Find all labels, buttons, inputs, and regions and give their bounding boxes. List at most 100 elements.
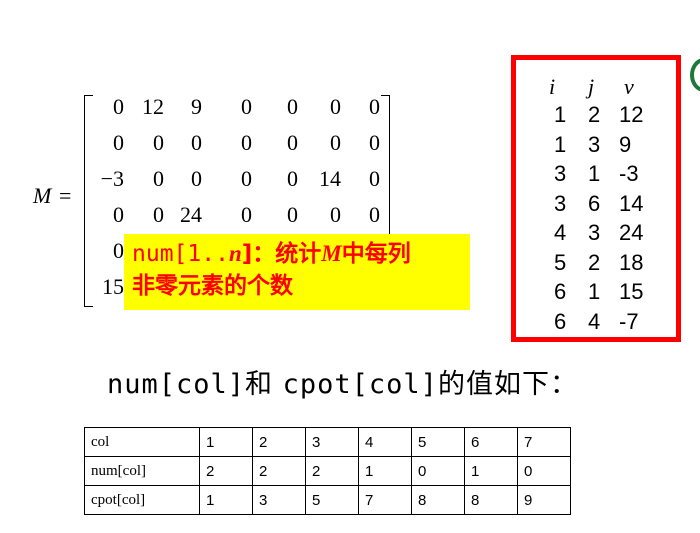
table-cell: 0 — [411, 456, 465, 486]
table-cell: 5 — [305, 485, 359, 515]
triple-cell: 15 — [619, 279, 644, 304]
triple-cell: 1 — [588, 279, 601, 304]
matrix-cell: 0 — [241, 130, 252, 155]
matrix-cell: 0 — [113, 238, 124, 263]
matrix-cell: 14 — [319, 166, 341, 191]
matrix-cell: 0 — [369, 130, 380, 155]
triple-row: 5 2 18 — [516, 250, 676, 280]
triple-cell: 1 — [554, 102, 567, 127]
table-cell: 2 — [252, 427, 306, 457]
table-cell: 1 — [199, 485, 253, 515]
num-cpot-table: col 1 2 3 4 5 6 7 num[col] 2 2 2 1 0 1 0 cpot[col] 1 3 5 7 8 8… — [84, 427, 571, 515]
matrix-cell: −3 — [100, 166, 124, 191]
row-label: col — [84, 427, 200, 457]
caption-cpot: cpot[col] — [282, 369, 438, 400]
note-suffix: 中每列 — [341, 241, 411, 267]
matrix-cell: 0 — [287, 130, 298, 155]
triple-cell: 3 — [554, 190, 567, 216]
matrix-cell: 0 — [287, 94, 298, 119]
table-cell: 1 — [464, 456, 518, 486]
caption-tail: 的值如下： — [437, 369, 578, 400]
matrix-cell: 0 — [330, 130, 341, 155]
table-cell: 3 — [305, 427, 359, 457]
matrix-cell: 0 — [153, 166, 164, 191]
decorative-circle-icon — [690, 58, 700, 92]
table-row: cpot[col] 1 3 5 7 8 8 9 — [84, 485, 571, 515]
triple-cell: 3 — [588, 131, 601, 157]
matrix-cell: 0 — [287, 166, 298, 191]
matrix-cell: 0 — [113, 94, 124, 119]
table-cell: 8 — [411, 485, 465, 515]
table-cell: 8 — [464, 485, 518, 515]
matrix-cell: 0 — [241, 94, 252, 119]
triple-row: 1 2 12 — [516, 102, 676, 132]
triple-table: i j v 1 2 12 1 3 9 3 1 -3 3 6 14 4 3 24 5 2 18 6 1 15 6 4 -7 — [511, 55, 681, 342]
triple-cell: 1 — [554, 131, 567, 157]
note-line2: 非零元素的个数 — [132, 273, 293, 299]
triple-cell: 6 — [554, 279, 567, 304]
triple-row: 4 3 24 — [516, 220, 676, 250]
matrix-cell: 0 — [241, 202, 252, 227]
table-cell: 4 — [358, 427, 412, 457]
matrix-cell: 9 — [191, 94, 202, 119]
matrix-cell: 0 — [330, 94, 341, 119]
matrix-cell: 12 — [142, 94, 164, 119]
table-cell: 1 — [199, 427, 253, 457]
table-cell: 2 — [305, 456, 359, 486]
triple-row: 3 1 -3 — [516, 161, 676, 191]
equals-sign: = — [59, 183, 72, 208]
triple-cell: 12 — [619, 102, 644, 127]
table-cell: 3 — [252, 485, 306, 515]
table-row: num[col] 2 2 2 1 0 1 0 — [84, 456, 571, 486]
triple-cell: 5 — [554, 249, 567, 275]
triple-cell: 6 — [554, 308, 567, 334]
triple-cell: 3 — [554, 161, 567, 186]
note-prefix: num[1.. — [132, 241, 229, 267]
triple-cell: 2 — [588, 249, 601, 275]
table-cell: 5 — [411, 427, 465, 457]
table-cell: 2 — [199, 456, 253, 486]
table-row: col 1 2 3 4 5 6 7 — [84, 427, 571, 457]
matrix-cell: 0 — [191, 166, 202, 191]
triple-cell: 24 — [619, 220, 644, 245]
note-mid: ]：统计 — [241, 241, 322, 267]
table-cell: 0 — [517, 456, 571, 486]
triple-row: 139 — [516, 132, 676, 162]
triple-row: 6 4 -7 — [516, 309, 676, 339]
triple-cell: -7 — [619, 308, 639, 334]
note-var-n: n — [228, 241, 242, 266]
table-cell: 7 — [358, 485, 412, 515]
matrix-cell: 0 — [113, 202, 124, 227]
matrix-cell: 0 — [241, 166, 252, 191]
num-description-note: num[1..n]：统计M中每列 非零元素的个数 — [124, 234, 470, 310]
triple-rows: 1 2 12 1 3 9 3 1 -3 3 6 14 4 3 24 5 2 18 6 1 15 6 4 -7 — [516, 102, 676, 338]
triple-cell: 3 — [588, 220, 601, 245]
triple-cell: 6 — [588, 190, 601, 216]
triple-cell: 2 — [588, 102, 601, 127]
table-cell: 6 — [464, 427, 518, 457]
triple-header: i j v — [516, 74, 676, 100]
triple-cell: -3 — [619, 161, 639, 186]
caption-num: num[col] — [107, 369, 246, 400]
triple-cell: 4 — [588, 308, 601, 334]
matrix-cell: 0 — [330, 202, 341, 227]
matrix-cell: 0 — [113, 130, 124, 155]
caption-and: 和 — [245, 369, 283, 400]
matrix-cell: 0 — [369, 202, 380, 227]
matrix-cell: 0 — [287, 202, 298, 227]
matrix-cell: 0 — [369, 94, 380, 119]
header-i: i — [549, 74, 556, 99]
table-cell: 9 — [517, 485, 571, 515]
matrix-cell: 24 — [180, 202, 202, 227]
matrix-cell: 15 — [102, 274, 124, 299]
note-var-m: M — [321, 241, 342, 266]
triple-cell: 18 — [619, 249, 644, 275]
triple-cell: 14 — [619, 190, 644, 216]
triple-row: 6 1 15 — [516, 279, 676, 309]
header-j: j — [588, 74, 595, 99]
caption: num[col]和 cpot[col]的值如下： — [107, 362, 578, 401]
matrix-label: M — [33, 183, 52, 208]
triple-cell: 4 — [554, 220, 567, 245]
table-cell: 2 — [252, 456, 306, 486]
header-v: v — [624, 74, 634, 99]
